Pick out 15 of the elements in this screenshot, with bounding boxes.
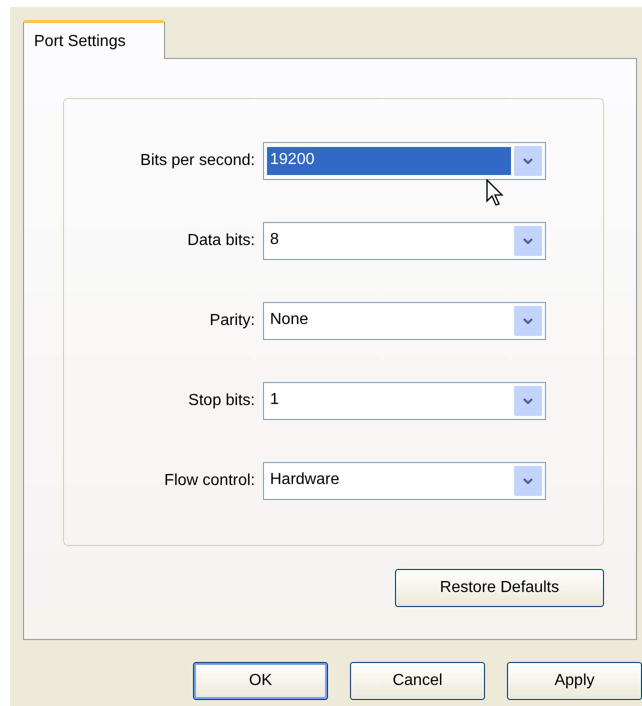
dialog-button[interactable]: OK — [193, 662, 328, 700]
dropdown[interactable]: None — [263, 302, 546, 340]
field-label: Stop bits: — [187, 392, 256, 410]
restore-defaults-button[interactable]: Restore Defaults — [395, 569, 604, 607]
field-label: Parity: — [208, 312, 256, 330]
field-label: Data bits: — [186, 232, 256, 250]
field-label: Bits per second: — [139, 152, 256, 170]
dropdown[interactable]: 1 — [263, 382, 546, 420]
cursor-icon — [486, 179, 504, 207]
dialog-button[interactable]: Cancel — [350, 662, 485, 700]
tab[interactable]: Port Settings — [23, 20, 165, 59]
dropdown[interactable]: 8 — [263, 222, 546, 260]
dropdown[interactable]: Hardware — [263, 462, 546, 500]
dialog-button[interactable]: Apply — [507, 662, 642, 700]
field-label: Flow control: — [163, 472, 256, 490]
